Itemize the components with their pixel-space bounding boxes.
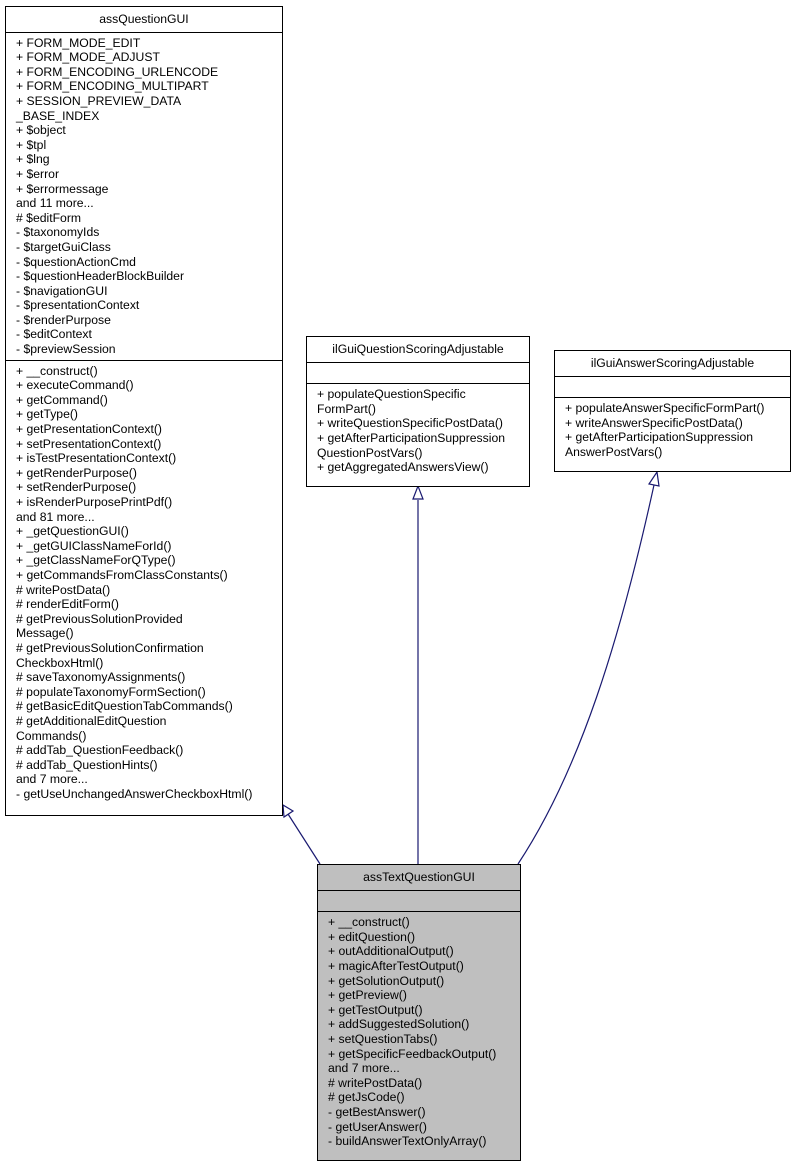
method-item: CheckboxHtml() — [16, 655, 104, 670]
edge-to-assQuestionGUI — [287, 813, 321, 865]
attribute-item: + SESSION_PREVIEW_DATA — [16, 93, 182, 108]
method-item: # getJsCode() — [328, 1090, 405, 1105]
method-item: + editQuestion() — [328, 929, 416, 944]
arrowhead-assQuestionGUI — [282, 803, 295, 819]
method-item: + magicAfterTestOutput() — [328, 958, 464, 973]
method-item: + getSolutionOutput() — [328, 973, 445, 988]
method-item: + populateQuestionSpecific — [317, 387, 466, 402]
attribute-item: + $errormessage — [16, 181, 109, 196]
method-item: - buildAnswerTextOnlyArray() — [328, 1134, 487, 1149]
method-item: Message() — [16, 626, 74, 641]
method-item: # saveTaxonomyAssignments() — [16, 670, 186, 685]
method-item: # getAdditionalEditQuestion — [16, 713, 167, 728]
attribute-item: - $targetGuiClass — [16, 239, 111, 254]
class-ilGuiAnswerScoringAdjustable[interactable]: ilGuiAnswerScoringAdjustable + populateA… — [554, 350, 791, 472]
method-item: + setRenderPurpose() — [16, 480, 137, 495]
method-item: # getPreviousSolutionConfirmation — [16, 640, 204, 655]
method-item: + getCommandsFromClassConstants() — [16, 567, 228, 582]
method-item: # addTab_QuestionFeedback() — [16, 743, 184, 758]
method-item: + getAfterParticipationSuppression — [565, 430, 754, 445]
attributes-section — [318, 891, 520, 913]
attribute-item: - $editContext — [16, 327, 92, 342]
method-item: + getPreview() — [328, 988, 407, 1003]
attributes-section: + FORM_MODE_EDIT + FORM_MODE_ADJUST + FORM… — [6, 33, 282, 361]
method-item: # writePostData() — [328, 1075, 423, 1090]
attribute-item: - $navigationGUI — [16, 283, 108, 298]
method-item: # writePostData() — [16, 582, 111, 597]
attributes-section — [307, 363, 529, 385]
class-assTextQuestionGUI[interactable]: assTextQuestionGUI + __construct() + edit… — [317, 864, 521, 1161]
class-title: assQuestionGUI — [6, 7, 282, 33]
method-item: + _getGUIClassNameForId() — [16, 538, 172, 553]
attribute-item: + $object — [16, 123, 66, 138]
attribute-item: + FORM_MODE_ADJUST — [16, 50, 160, 65]
method-item: and 81 more... — [16, 509, 95, 524]
attributes-section — [555, 377, 790, 399]
method-item: + __construct() — [328, 915, 410, 930]
arrowhead-ilGuiAnswerScoringAdjustable — [648, 470, 660, 487]
attribute-item: _BASE_INDEX — [16, 108, 100, 123]
method-item: - getBestAnswer() — [328, 1104, 426, 1119]
attribute-item: + $tpl — [16, 137, 47, 152]
method-item: + writeAnswerSpecificPostData() — [565, 415, 743, 430]
method-item: + _getClassNameForQType() — [16, 553, 176, 568]
method-item: + executeCommand() — [16, 378, 134, 393]
method-item: Commands() — [16, 728, 87, 743]
method-item: + populateAnswerSpecificFormPart() — [565, 401, 765, 416]
attribute-item: - $questionHeaderBlockBuilder — [16, 269, 185, 284]
method-item: + getAggregatedAnswersView() — [317, 460, 489, 475]
class-title: assTextQuestionGUI — [318, 865, 520, 891]
method-item: + getTestOutput() — [328, 1002, 423, 1017]
method-item: + setQuestionTabs() — [328, 1031, 438, 1046]
method-item: + setPresentationContext() — [16, 436, 162, 451]
method-item: + addSuggestedSolution() — [328, 1017, 470, 1032]
method-item: # getBasicEditQuestionTabCommands() — [16, 699, 233, 714]
attribute-item: + FORM_ENCODING_MULTIPART — [16, 79, 209, 94]
class-title: ilGuiAnswerScoringAdjustable — [555, 351, 790, 377]
attribute-item: and 11 more... — [16, 196, 94, 211]
attribute-item: + $lng — [16, 152, 50, 167]
method-item: # populateTaxonomyFormSection() — [16, 684, 206, 699]
method-item: + getType() — [16, 407, 78, 422]
method-item: + getCommand() — [16, 392, 108, 407]
methods-section: + __construct() + editQuestion() + outAddi… — [318, 912, 520, 1152]
method-item: + getPresentationContext() — [16, 422, 162, 437]
edge-to-ilGuiAnswerScoringAdjustable — [517, 484, 655, 865]
method-item: + isTestPresentationContext() — [16, 451, 177, 466]
method-item: + isRenderPurposePrintPdf() — [16, 495, 173, 509]
methods-section: + populateQuestionSpecific FormPart() + wr… — [307, 384, 529, 478]
method-item: + getRenderPurpose() — [16, 465, 137, 480]
attribute-item: + FORM_MODE_EDIT — [16, 35, 141, 50]
methods-section: + populateAnswerSpecificFormPart() + writ… — [555, 398, 790, 462]
attribute-item: - $previewSession — [16, 342, 116, 357]
method-item: + outAdditionalOutput() — [328, 944, 454, 959]
method-item: AnswerPostVars() — [565, 444, 663, 459]
method-item: FormPart() — [317, 401, 376, 416]
attribute-item: - $presentationContext — [16, 298, 140, 313]
arrowhead-ilGuiQuestionScoringAdjustable — [412, 484, 424, 500]
attribute-item: - $renderPurpose — [16, 312, 111, 327]
method-item: and 7 more... — [16, 772, 88, 787]
attribute-item: - $questionActionCmd — [16, 254, 136, 269]
methods-section: + __construct() + executeCommand() + getCo… — [6, 361, 282, 805]
method-item: # getPreviousSolutionProvided — [16, 611, 183, 626]
class-assQuestionGUI[interactable]: assQuestionGUI + FORM_MODE_EDIT + FORM_MO… — [5, 6, 283, 816]
method-item: # addTab_QuestionHints() — [16, 757, 158, 772]
method-item: + __construct() — [16, 363, 98, 378]
class-ilGuiQuestionScoringAdjustable[interactable]: ilGuiQuestionScoringAdjustable + populat… — [306, 336, 530, 487]
method-item: + _getQuestionGUI() — [16, 524, 129, 539]
attribute-item: + $error — [16, 166, 60, 181]
method-item: + getSpecificFeedbackOutput() — [328, 1046, 497, 1061]
method-item: + getAfterParticipationSuppression — [317, 430, 506, 445]
method-item: and 7 more... — [328, 1061, 400, 1076]
method-item: QuestionPostVars() — [317, 445, 423, 460]
attribute-item: - $taxonomyIds — [16, 225, 100, 240]
method-item: + writeQuestionSpecificPostData() — [317, 416, 503, 431]
attribute-item: # $editForm — [16, 210, 82, 225]
class-title: ilGuiQuestionScoringAdjustable — [307, 337, 529, 363]
attribute-item: + FORM_ENCODING_URLENCODE — [16, 64, 219, 79]
method-item: - getUserAnswer() — [328, 1119, 427, 1134]
method-item: # renderEditForm() — [16, 597, 119, 612]
method-item: - getUseUnchangedAnswerCheckboxHtml() — [16, 786, 253, 801]
